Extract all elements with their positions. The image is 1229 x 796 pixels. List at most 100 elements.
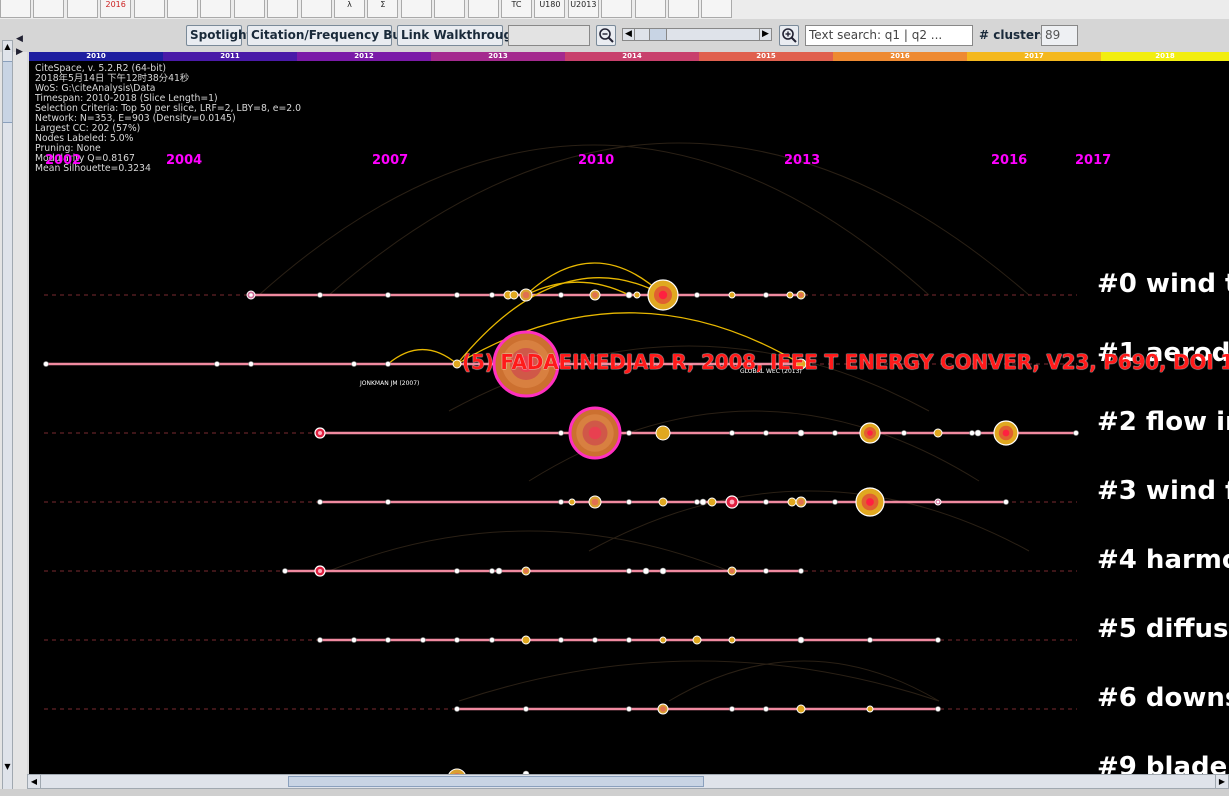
node-core[interactable] xyxy=(866,498,874,506)
link-icon[interactable] xyxy=(66,0,98,18)
node[interactable] xyxy=(625,291,633,299)
red-graph2-icon[interactable] xyxy=(167,0,198,18)
cluster-label[interactable]: #6 downs xyxy=(1097,683,1229,713)
node[interactable] xyxy=(728,636,736,644)
node[interactable] xyxy=(626,706,632,712)
node[interactable] xyxy=(626,499,632,505)
node[interactable] xyxy=(495,567,503,575)
link-walkthrough-button[interactable]: Link Walkthrough xyxy=(397,25,521,46)
clusters-count-field[interactable]: 89 xyxy=(1041,25,1078,46)
node[interactable] xyxy=(282,568,288,574)
network-canvas[interactable]: CiteSpace, v. 5.2.R2 (64-bit) 2018年5月14日… xyxy=(29,61,1229,774)
node[interactable] xyxy=(489,292,495,298)
node[interactable] xyxy=(796,704,806,714)
node[interactable] xyxy=(729,706,735,712)
u2013-icon[interactable]: U2013 xyxy=(567,0,599,18)
node[interactable] xyxy=(798,568,804,574)
node[interactable] xyxy=(658,497,668,507)
node[interactable] xyxy=(214,361,220,367)
scroll-up-arrow[interactable]: ▲ xyxy=(3,41,12,53)
node-core[interactable] xyxy=(729,568,735,574)
node[interactable] xyxy=(351,637,357,643)
node[interactable] xyxy=(626,637,632,643)
node-core[interactable] xyxy=(523,568,529,574)
target-icon[interactable] xyxy=(267,0,299,18)
node[interactable] xyxy=(694,499,700,505)
node-core[interactable] xyxy=(658,290,668,300)
dot-icon[interactable] xyxy=(434,0,466,18)
dot2-icon[interactable] xyxy=(467,0,499,18)
node[interactable] xyxy=(626,568,632,574)
node[interactable] xyxy=(385,499,391,505)
scroll-right-arrow[interactable]: ▶ xyxy=(1215,775,1228,788)
burst-button[interactable]: Citation/Frequency Burst xyxy=(247,25,420,46)
slider-thumb[interactable] xyxy=(649,29,667,40)
arc-icon[interactable] xyxy=(601,0,633,18)
node[interactable] xyxy=(763,430,769,436)
zoom-in-button[interactable] xyxy=(779,25,799,46)
node[interactable] xyxy=(786,291,794,299)
slider-left-arrow[interactable]: ◀ xyxy=(623,29,635,40)
node[interactable] xyxy=(659,567,667,575)
node-core[interactable] xyxy=(522,291,530,299)
hscroll-thumb[interactable] xyxy=(288,776,704,787)
bars-icon[interactable] xyxy=(233,0,265,18)
cluster-icon[interactable] xyxy=(0,0,31,18)
zoom-out-button[interactable] xyxy=(596,25,616,46)
node[interactable] xyxy=(935,637,941,643)
node[interactable] xyxy=(633,291,641,299)
spotlight-button[interactable]: Spotlight xyxy=(186,25,252,46)
node[interactable] xyxy=(558,292,564,298)
node-core[interactable] xyxy=(936,500,940,504)
scroll-left-arrow[interactable]: ◀ xyxy=(28,775,41,788)
vertical-scrollbar[interactable]: ▲ ▼ xyxy=(2,40,13,790)
node[interactable] xyxy=(626,430,632,436)
node-core[interactable] xyxy=(867,430,873,436)
lambda-icon[interactable]: λ xyxy=(334,0,365,18)
node-core[interactable] xyxy=(318,431,322,435)
cluster-label[interactable]: #3 wind f xyxy=(1097,476,1229,506)
node[interactable] xyxy=(454,568,460,574)
node-core[interactable] xyxy=(729,499,735,505)
slider-right-arrow[interactable]: ▶ xyxy=(759,29,771,40)
node[interactable] xyxy=(642,567,650,575)
node-core[interactable] xyxy=(249,293,253,297)
node-core[interactable] xyxy=(798,292,804,298)
node-core[interactable] xyxy=(592,292,598,298)
cluster-label[interactable]: #5 diffuse xyxy=(1097,614,1229,644)
node[interactable] xyxy=(832,430,838,436)
node[interactable] xyxy=(729,430,735,436)
node[interactable] xyxy=(385,361,391,367)
network-icon[interactable] xyxy=(33,0,65,18)
node[interactable] xyxy=(558,430,564,436)
node[interactable] xyxy=(385,637,391,643)
node[interactable] xyxy=(317,637,323,643)
node[interactable] xyxy=(655,425,671,441)
node[interactable] xyxy=(452,359,462,369)
node[interactable] xyxy=(1073,430,1079,436)
node[interactable] xyxy=(385,292,391,298)
pen-icon[interactable] xyxy=(668,0,699,18)
u180-icon[interactable]: U180 xyxy=(534,0,566,18)
cluster-label[interactable]: #2 flow ir xyxy=(1097,407,1229,437)
node[interactable] xyxy=(763,706,769,712)
node[interactable] xyxy=(1003,499,1009,505)
node[interactable] xyxy=(707,497,717,507)
node[interactable] xyxy=(694,292,700,298)
node[interactable] xyxy=(867,637,873,643)
text-search-input[interactable]: Text search: q1 | q2 ... xyxy=(805,25,973,46)
search-node-icon[interactable] xyxy=(400,0,432,18)
node[interactable] xyxy=(317,499,323,505)
node[interactable] xyxy=(317,292,323,298)
node-core[interactable] xyxy=(660,706,666,712)
cluster-label[interactable]: #0 wind t xyxy=(1097,269,1229,299)
tc-icon[interactable]: TC xyxy=(501,0,532,18)
node[interactable] xyxy=(728,291,736,299)
node[interactable] xyxy=(763,499,769,505)
zoom-slider[interactable]: ◀ ▶ xyxy=(622,28,772,41)
sigma-icon[interactable]: Σ xyxy=(367,0,399,18)
node[interactable] xyxy=(901,430,907,436)
node[interactable] xyxy=(454,292,460,298)
node[interactable] xyxy=(523,706,529,712)
node[interactable] xyxy=(763,568,769,574)
